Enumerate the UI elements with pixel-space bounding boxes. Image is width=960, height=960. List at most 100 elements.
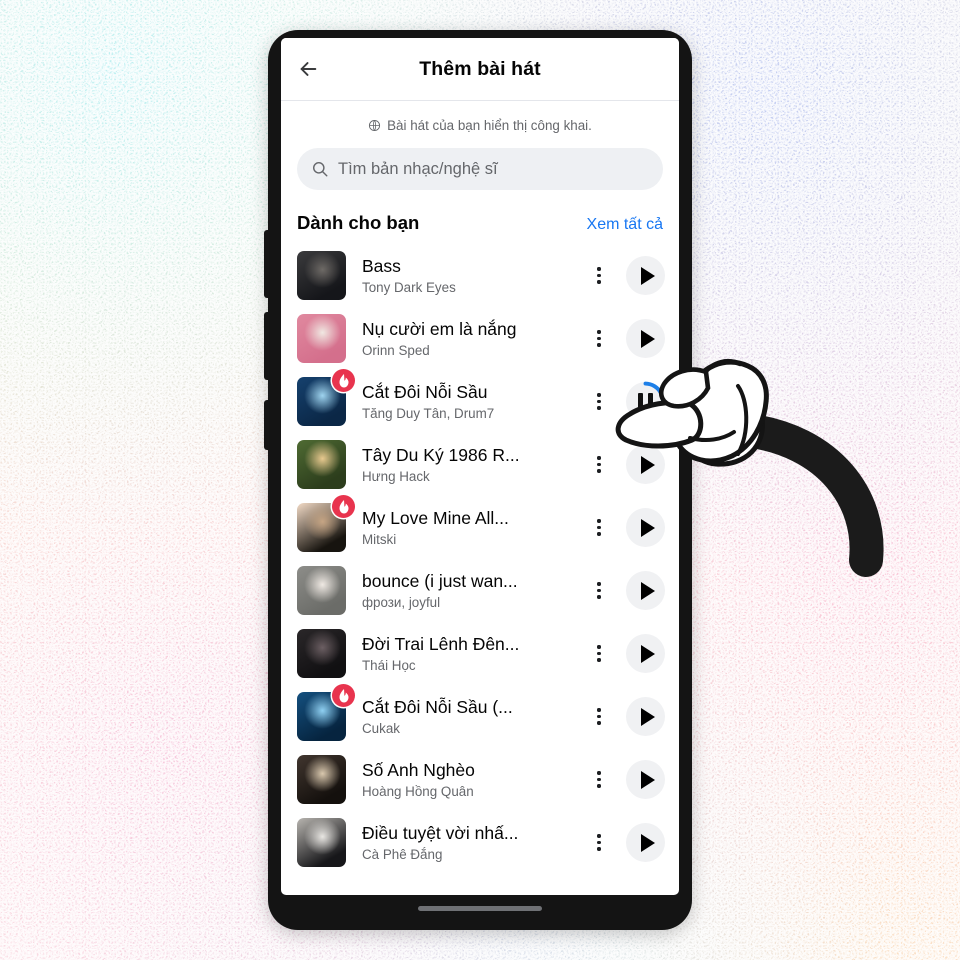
more-options-icon[interactable] <box>586 448 612 482</box>
song-row[interactable]: My Love Mine All... Mitski <box>281 495 679 559</box>
more-options-icon[interactable] <box>586 700 612 734</box>
more-options-icon[interactable] <box>586 574 612 608</box>
play-icon[interactable] <box>626 634 665 673</box>
song-title: Bass <box>362 256 401 277</box>
play-icon[interactable] <box>626 445 665 484</box>
fire-trending-icon <box>332 369 355 392</box>
song-row[interactable]: Bass Tony Dark Eyes <box>281 244 679 307</box>
song-artist: Tony Dark Eyes <box>362 279 456 295</box>
album-art-container <box>297 755 346 804</box>
album-art-container <box>297 495 355 552</box>
play-triangle <box>640 455 655 474</box>
power-button[interactable] <box>264 400 269 450</box>
back-arrow-icon[interactable] <box>281 58 335 80</box>
privacy-notice: Bài hát của bạn hiển thị công khai. <box>281 101 679 146</box>
song-row[interactable]: Nụ cười em là nắng Orinn Sped <box>281 307 679 370</box>
song-meta: Điều tuyệt vời nhấ... Cà Phê Đắng <box>346 823 586 862</box>
play-icon[interactable] <box>626 760 665 799</box>
play-triangle <box>640 644 655 663</box>
app-header: Thêm bài hát <box>281 38 679 101</box>
more-options-icon[interactable] <box>586 637 612 671</box>
song-artist: Cà Phê Đắng <box>362 846 443 862</box>
play-triangle <box>640 518 655 537</box>
song-row[interactable]: Đời Trai Lênh Đên... Thái Học <box>281 622 679 685</box>
song-row[interactable]: Số Anh Nghèo Hoàng Hồng Quân <box>281 748 679 811</box>
song-meta: Tây Du Ký 1986 R... Hưng Hack <box>346 445 586 484</box>
song-meta: Cắt Đôi Nỗi Sầu Tăng Duy Tân, Drum7 <box>346 382 586 421</box>
song-meta: Đời Trai Lênh Đên... Thái Học <box>346 634 586 673</box>
more-options-icon[interactable] <box>586 259 612 293</box>
song-artist: Mitski <box>362 531 397 547</box>
song-row[interactable]: Điều tuyệt vời nhấ... Cà Phê Đắng <box>281 811 679 874</box>
globe-icon <box>368 119 381 132</box>
song-row[interactable]: Cắt Đôi Nỗi Sầu Tăng Duy Tân, Drum7 <box>281 369 679 433</box>
song-title: My Love Mine All... <box>362 508 509 529</box>
home-gesture-bar[interactable] <box>418 906 542 911</box>
play-triangle <box>640 329 655 348</box>
play-icon[interactable] <box>626 697 665 736</box>
play-icon[interactable] <box>626 319 665 358</box>
song-artist: Tăng Duy Tân, Drum7 <box>362 405 495 421</box>
section-title: Dành cho bạn <box>297 212 420 233</box>
volume-up-button[interactable] <box>264 230 269 298</box>
album-art-container <box>297 629 346 678</box>
more-options-icon[interactable] <box>586 826 612 860</box>
album-art-container <box>297 440 346 489</box>
page-title: Thêm bài hát <box>419 57 541 80</box>
album-art-thumbnail <box>297 314 346 363</box>
album-art-container <box>297 566 346 615</box>
play-triangle <box>640 266 655 285</box>
more-options-icon[interactable] <box>586 763 612 797</box>
play-triangle <box>640 770 655 789</box>
album-art-container <box>297 684 355 741</box>
pause-bars <box>638 393 653 410</box>
song-meta: Nụ cười em là nắng Orinn Sped <box>346 319 586 358</box>
play-icon[interactable] <box>626 571 665 610</box>
song-meta: My Love Mine All... Mitski <box>346 508 586 547</box>
section-header: Dành cho bạn Xem tất cả <box>281 190 679 244</box>
album-art-container <box>297 818 346 867</box>
play-triangle <box>640 581 655 600</box>
see-all-link[interactable]: Xem tất cả <box>587 216 663 234</box>
privacy-notice-text: Bài hát của bạn hiển thị công khai. <box>387 118 592 133</box>
pause-icon[interactable] <box>626 381 665 421</box>
song-title: Nụ cười em là nắng <box>362 319 517 340</box>
navigation-gesture-area <box>281 895 679 922</box>
album-art-thumbnail <box>297 566 346 615</box>
more-options-icon[interactable] <box>586 322 612 356</box>
album-art-thumbnail <box>297 818 346 867</box>
song-row[interactable]: bounce (i just wan... фрози, joyful <box>281 559 679 622</box>
song-artist: Hoàng Hồng Quân <box>362 783 474 799</box>
song-meta: Bass Tony Dark Eyes <box>346 256 586 295</box>
song-artist: Orinn Sped <box>362 342 430 358</box>
search-icon <box>311 160 329 178</box>
song-row[interactable]: Cắt Đôi Nỗi Sầu (... Cukak <box>281 684 679 748</box>
play-triangle <box>640 707 655 726</box>
volume-down-button[interactable] <box>264 312 269 380</box>
song-artist: фрози, joyful <box>362 594 441 610</box>
song-artist: Thái Học <box>362 657 416 673</box>
play-icon[interactable] <box>626 256 665 295</box>
song-title: Điều tuyệt vời nhấ... <box>362 823 519 844</box>
song-title: Tây Du Ký 1986 R... <box>362 445 520 466</box>
song-list: Bass Tony Dark Eyes Nụ cười em là nắng Orin… <box>281 244 679 874</box>
play-triangle <box>640 833 655 852</box>
search-input[interactable]: Tìm bản nhạc/nghệ sĩ <box>297 148 663 190</box>
play-icon[interactable] <box>626 823 665 862</box>
album-art-thumbnail <box>297 440 346 489</box>
song-title: bounce (i just wan... <box>362 571 518 592</box>
album-art-container <box>297 369 355 426</box>
play-icon[interactable] <box>626 508 665 547</box>
song-title: Cắt Đôi Nỗi Sầu (... <box>362 697 513 718</box>
more-options-icon[interactable] <box>586 511 612 545</box>
song-artist: Cukak <box>362 720 400 736</box>
song-title: Cắt Đôi Nỗi Sầu <box>362 382 488 403</box>
song-title: Đời Trai Lênh Đên... <box>362 634 520 655</box>
fire-trending-icon <box>332 684 355 707</box>
album-art-thumbnail <box>297 629 346 678</box>
more-options-icon[interactable] <box>586 385 612 419</box>
song-row[interactable]: Tây Du Ký 1986 R... Hưng Hack <box>281 433 679 496</box>
song-title: Số Anh Nghèo <box>362 760 475 781</box>
phone-device-frame: Thêm bài hát Bài hát của bạn hiển thị cô… <box>264 30 692 930</box>
album-art-thumbnail <box>297 755 346 804</box>
